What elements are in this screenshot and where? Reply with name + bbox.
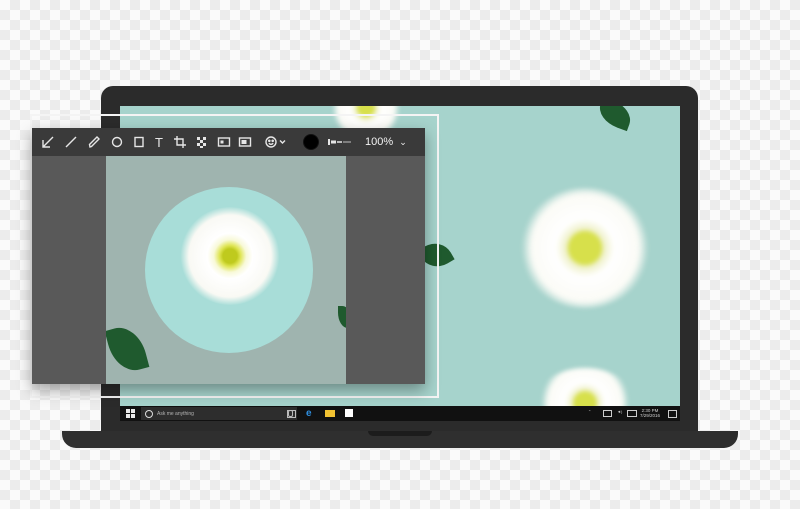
crop-tool[interactable] <box>172 134 188 150</box>
emoji-icon <box>265 136 286 148</box>
highlight-icon <box>217 137 231 147</box>
wallpaper-flower-main <box>520 188 650 308</box>
clock[interactable]: 2:30 PM 7/29/2016 <box>639 408 661 418</box>
volume-icon[interactable]: ◄) <box>617 409 622 414</box>
arrow-icon <box>42 136 54 148</box>
color-swatch <box>303 134 319 150</box>
stroke-width-icon <box>328 139 351 145</box>
highlight-circle[interactable] <box>145 187 313 353</box>
cortana-icon <box>145 409 153 418</box>
blur-icon <box>238 137 252 147</box>
wallpaper-flower-bottom <box>535 368 635 406</box>
search-box[interactable]: Ask me anything <box>141 407 297 420</box>
network-icon[interactable] <box>603 410 612 417</box>
task-view-icon[interactable] <box>287 410 296 418</box>
rectangle-icon <box>134 136 144 148</box>
highlighted-flower <box>179 207 281 305</box>
crop-icon <box>174 136 186 148</box>
stroke-width-selector[interactable] <box>327 134 353 150</box>
pencil-tool[interactable] <box>86 134 102 150</box>
mosaic-icon <box>197 137 206 148</box>
file-explorer-icon[interactable] <box>325 410 335 417</box>
chevron-up-icon[interactable]: ⌃ <box>588 409 591 414</box>
emoji-dropdown[interactable] <box>265 134 289 150</box>
pencil-icon <box>88 136 100 148</box>
blur-tool[interactable] <box>237 134 253 150</box>
taskbar: Ask me anything e ⌃ ◄) 2:30 PM 7/29/2016 <box>120 406 680 421</box>
canvas-leaf <box>338 306 346 328</box>
line-icon <box>65 136 77 148</box>
start-button[interactable] <box>126 409 135 418</box>
highlight-tool[interactable] <box>216 134 232 150</box>
chevron-down-icon: ⌄ <box>399 137 407 147</box>
ellipse-tool[interactable] <box>109 134 125 150</box>
canvas-leaf <box>106 322 150 376</box>
ellipse-icon <box>111 136 123 148</box>
zoom-dropdown[interactable]: 100% ⌄ <box>365 136 407 148</box>
search-placeholder: Ask me anything <box>157 410 194 417</box>
wallpaper-leaf <box>594 106 636 132</box>
editor-toolbar: T 100% ⌄ <box>32 128 425 156</box>
action-center-icon[interactable] <box>668 410 677 418</box>
line-tool[interactable] <box>63 134 79 150</box>
rectangle-tool[interactable] <box>131 134 147 150</box>
laptop-notch <box>368 431 432 436</box>
text-icon: T <box>155 134 163 150</box>
arrow-tool[interactable] <box>40 134 56 150</box>
clock-date: 7/29/2016 <box>639 413 661 418</box>
keyboard-icon[interactable] <box>627 410 637 417</box>
store-icon[interactable] <box>345 409 353 417</box>
edge-browser-icon[interactable]: e <box>306 409 315 419</box>
zoom-level: 100% <box>365 136 394 148</box>
mosaic-tool[interactable] <box>194 134 210 150</box>
text-tool[interactable]: T <box>151 134 167 150</box>
color-picker[interactable] <box>303 134 319 150</box>
